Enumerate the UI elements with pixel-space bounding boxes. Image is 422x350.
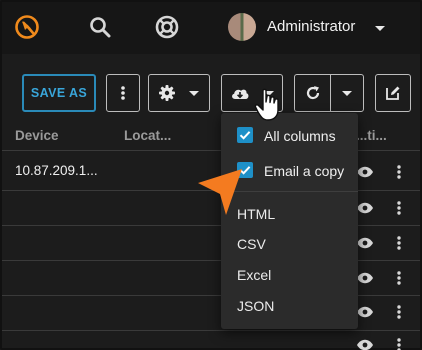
eye-icon[interactable] (356, 272, 374, 284)
row-menu-icon[interactable] (397, 338, 401, 350)
gear-icon (159, 85, 175, 101)
logo-icon[interactable] (14, 14, 40, 40)
top-navigation-bar: Administrator (2, 2, 420, 54)
column-header-actions[interactable]: ...ti... (356, 128, 387, 143)
hand-cursor-icon (254, 88, 279, 121)
refresh-options-button[interactable] (330, 74, 364, 112)
eye-icon[interactable] (356, 237, 374, 249)
eye-icon[interactable] (356, 306, 374, 318)
edit-button[interactable] (375, 74, 411, 112)
user-menu[interactable]: Administrator (228, 13, 388, 43)
user-name[interactable]: Administrator (267, 18, 355, 35)
save-as-button[interactable]: SAVE AS (22, 74, 96, 112)
all-columns-label[interactable]: All columns (264, 128, 336, 144)
device-cell[interactable]: 10.87.209.1... (15, 163, 98, 178)
chevron-down-icon (342, 90, 352, 96)
chevron-down-icon (189, 90, 199, 96)
row-menu-icon[interactable] (397, 271, 401, 285)
row-menu-icon[interactable] (397, 165, 401, 179)
row-menu-icon[interactable] (397, 201, 401, 215)
email-copy-label[interactable]: Email a copy (264, 163, 344, 179)
settings-dropdown-button[interactable] (148, 74, 210, 112)
more-vertical-icon (121, 86, 125, 100)
format-excel-item[interactable]: Excel (237, 267, 271, 283)
format-csv-item[interactable]: CSV (237, 236, 266, 252)
help-icon[interactable] (154, 14, 180, 40)
more-actions-button[interactable] (106, 74, 140, 112)
callout-arrow-icon (198, 169, 242, 215)
eye-icon[interactable] (356, 202, 374, 214)
cloud-download-icon (232, 89, 249, 99)
avatar[interactable] (228, 13, 256, 41)
column-header-location[interactable]: Locat... (124, 128, 171, 143)
row-menu-icon[interactable] (397, 305, 401, 319)
edit-icon (386, 86, 400, 100)
eye-icon[interactable] (356, 166, 374, 178)
search-icon[interactable] (88, 15, 112, 39)
refresh-button[interactable] (294, 74, 330, 112)
checkbox-checked-icon[interactable] (237, 127, 253, 143)
format-json-item[interactable]: JSON (237, 298, 274, 314)
refresh-icon (306, 86, 319, 100)
row-menu-icon[interactable] (397, 236, 401, 250)
row-divider (2, 330, 420, 331)
column-header-device[interactable]: Device (15, 128, 59, 143)
save-as-label: SAVE AS (30, 86, 88, 100)
download-menu: All columns Email a copy HTML CSV Excel … (221, 113, 358, 329)
eye-icon[interactable] (356, 339, 374, 350)
chevron-down-icon[interactable] (375, 26, 385, 31)
